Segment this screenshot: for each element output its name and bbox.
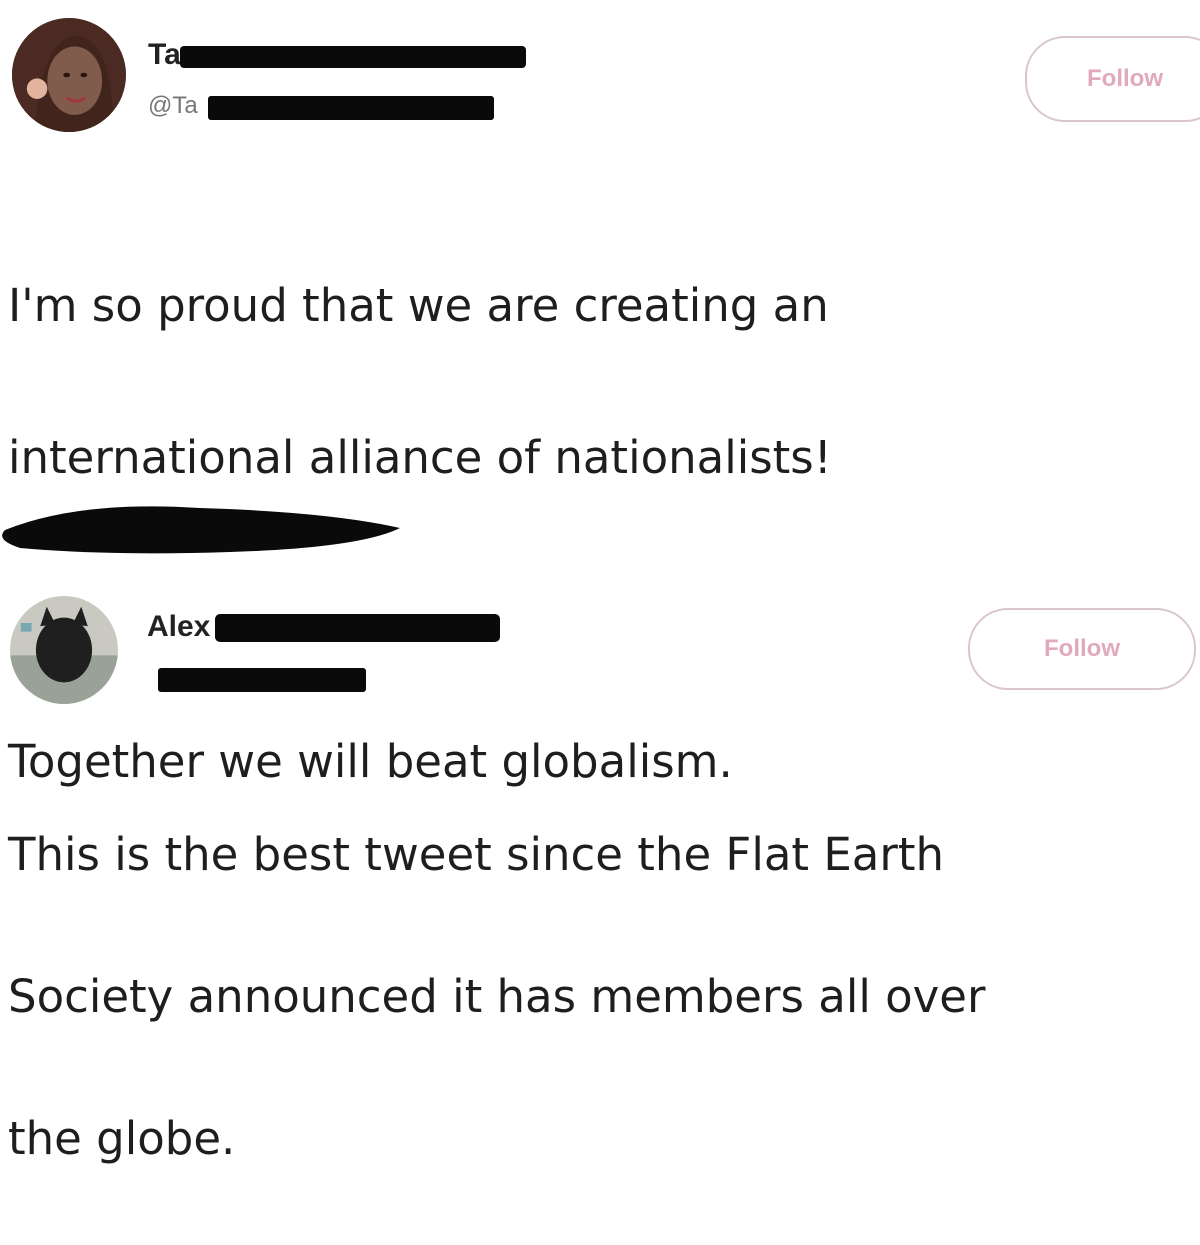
- tweet-line: I'm so proud that we are creating an: [8, 279, 829, 332]
- avatar[interactable]: [12, 18, 126, 132]
- name-redaction: [180, 46, 526, 68]
- tweet-card: Ta @Ta Follow I'm so proud that we are c…: [0, 0, 1200, 788]
- tweet-line: Society announced it has members all ove…: [8, 970, 986, 1023]
- tweet-line: the globe.: [8, 1112, 236, 1165]
- follow-button[interactable]: Follow: [968, 608, 1196, 690]
- user-handle[interactable]: @Ta: [148, 92, 198, 120]
- avatar[interactable]: [10, 596, 118, 704]
- name-redaction: [215, 614, 500, 642]
- tweet-line: international alliance of nationalists!: [8, 431, 832, 484]
- tweet-text: This is the best tweet since the Flat Ea…: [8, 748, 1194, 1245]
- profile-photo-icon: [12, 18, 126, 132]
- display-name[interactable]: Alex: [147, 610, 210, 644]
- profile-photo-icon: [10, 596, 118, 704]
- tweet-line: This is the best tweet since the Flat Ea…: [8, 828, 945, 881]
- follow-button[interactable]: Follow: [1025, 36, 1200, 122]
- handle-redaction: [158, 668, 366, 692]
- redaction-scribble: [2, 506, 401, 554]
- handle-redaction: [208, 96, 494, 120]
- display-name[interactable]: Ta: [148, 38, 181, 72]
